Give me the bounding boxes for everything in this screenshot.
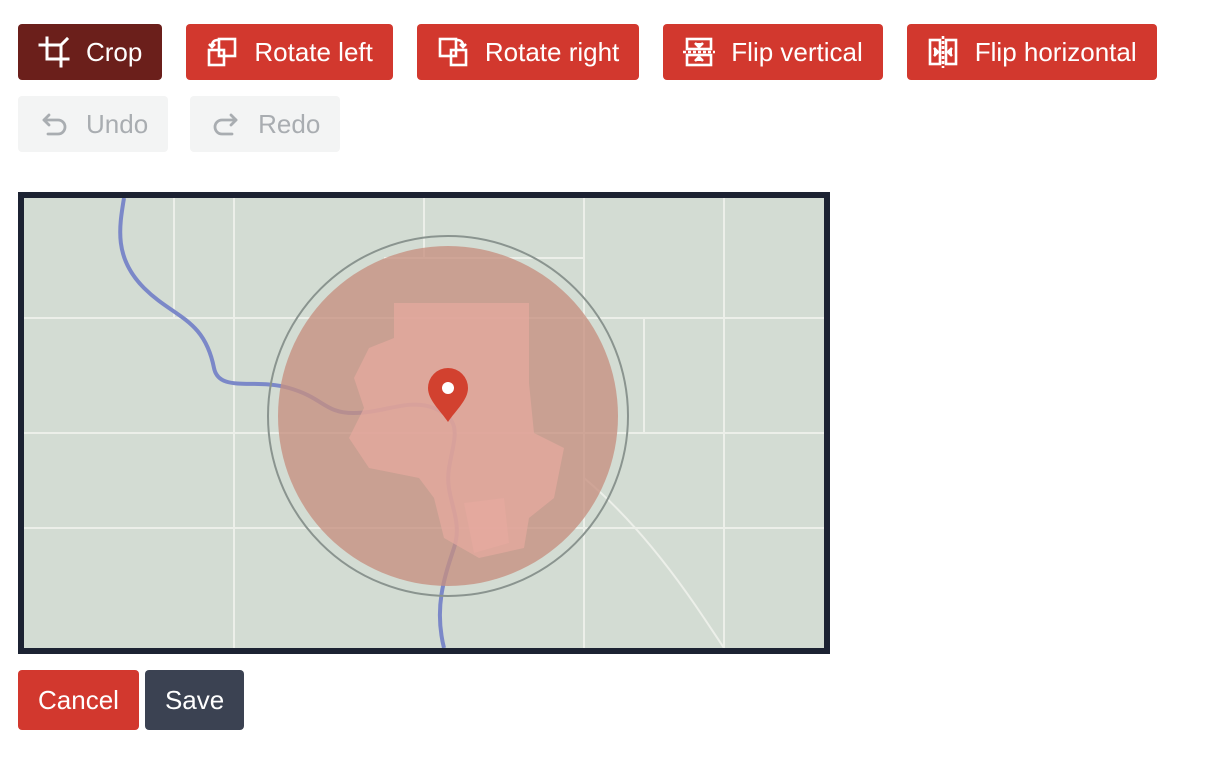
rotate-left-icon xyxy=(208,37,237,67)
undo-icon xyxy=(42,113,67,136)
redo-button[interactable]: Redo xyxy=(190,96,341,152)
cancel-button[interactable]: Cancel xyxy=(18,670,139,730)
rotate-right-label: Rotate right xyxy=(484,36,620,67)
image-crop-canvas[interactable] xyxy=(18,192,830,654)
crop-icon xyxy=(38,36,70,68)
flip-horizontal-icon xyxy=(928,36,958,68)
undo-label: Undo xyxy=(86,108,149,139)
flip-horizontal-button[interactable]: Flip horizontal xyxy=(906,24,1157,80)
crop-button[interactable]: Crop xyxy=(18,24,163,80)
rotate-right-button[interactable]: Rotate right xyxy=(416,24,640,80)
rotate-left-label: Rotate left xyxy=(254,36,373,67)
toolbar-row-history: Undo Redo xyxy=(18,96,1218,152)
map-image xyxy=(24,198,824,648)
flip-vertical-button[interactable]: Flip vertical xyxy=(663,24,883,80)
rotate-left-button[interactable]: Rotate left xyxy=(186,24,393,80)
crop-button-label: Crop xyxy=(86,36,143,67)
save-button[interactable]: Save xyxy=(144,670,245,730)
image-editor-toolbar: Crop Rotate left Rotate right Flip verti… xyxy=(18,24,1218,152)
undo-button[interactable]: Undo xyxy=(18,96,169,152)
redo-icon xyxy=(213,113,238,136)
flip-horizontal-label: Flip horizontal xyxy=(974,36,1137,67)
flip-vertical-icon xyxy=(683,37,716,67)
rotate-right-icon xyxy=(438,37,468,67)
redo-label: Redo xyxy=(258,108,321,139)
toolbar-row-transform: Crop Rotate left Rotate right Flip verti… xyxy=(18,24,1218,80)
editor-actions: Cancel Save xyxy=(18,670,245,730)
flip-vertical-label: Flip vertical xyxy=(731,36,863,67)
